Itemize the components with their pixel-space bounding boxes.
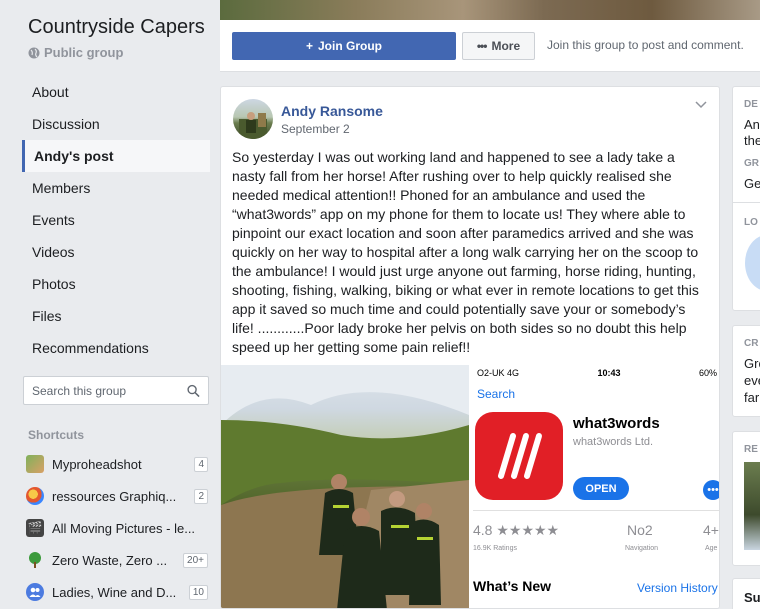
more-button[interactable]: ••• More [462, 32, 535, 60]
description-line-2: the [744, 133, 760, 148]
group-photo-icon [26, 455, 44, 473]
group-people-icon [26, 583, 44, 601]
join-group-label: Join Group [318, 39, 382, 53]
cover-photo[interactable] [220, 0, 760, 20]
post-photo-paramedics[interactable] [221, 365, 469, 608]
description-line-1: An [744, 117, 760, 132]
nav-members[interactable]: Members [22, 172, 210, 204]
tree-icon [26, 551, 44, 569]
battery-text: 60% [698, 368, 717, 378]
back-link: Search [477, 387, 516, 401]
shortcut-count: 2 [194, 488, 208, 504]
nav-recommendations[interactable]: Recommendations [22, 332, 210, 364]
join-hint: Join this group to post and comment. [547, 38, 744, 52]
shortcut-label: All Moving Pictures - le... [52, 520, 196, 536]
whats-new-heading: What’s New [473, 578, 552, 594]
shortcuts-list: Myproheadshot 4 ressources Graphiq... 2 … [26, 448, 208, 608]
more-label: More [491, 39, 521, 53]
app-name: what3words [573, 415, 660, 432]
group-nav: About Discussion Andy's post Members Eve… [22, 76, 210, 364]
nav-files[interactable]: Files [22, 300, 210, 332]
location-heading: LO [744, 217, 758, 228]
created-line-1: Gro [744, 356, 760, 371]
shortcut-count: 4 [194, 456, 208, 472]
author-avatar[interactable] [233, 99, 273, 139]
age-rating: 4+ [703, 522, 719, 538]
location-map[interactable] [745, 235, 760, 291]
palette-icon [26, 487, 44, 505]
search-icon[interactable] [187, 384, 200, 398]
app-developer: what3words Ltd. [573, 436, 654, 448]
carrier-text: O2-UK 4G [477, 368, 520, 378]
shortcut-count: 20+ [183, 552, 208, 568]
description-heading: DE [744, 99, 758, 110]
group-action-bar: + Join Group ••• More Join this group to… [220, 20, 760, 72]
created-line-2: eve [744, 373, 760, 388]
right-card-description: DE An the GR Ge LO [732, 86, 760, 311]
ios-status-bar: O2-UK 4G 10:43 60% [473, 365, 719, 381]
privacy-text: Public group [44, 45, 124, 60]
post-photo-app-screenshot[interactable]: O2-UK 4G 10:43 60% Search what3words wha… [471, 365, 719, 608]
version-history-link: Version History [637, 581, 718, 595]
nav-photos[interactable]: Photos [22, 268, 210, 300]
shortcut-item[interactable]: Zero Waste, Zero ... 20+ [26, 544, 208, 576]
shortcut-item[interactable]: Ladies, Wine and D... 10 [26, 576, 208, 608]
post-text: So yesterday I was out working land and … [232, 149, 699, 355]
shortcut-label: ressources Graphiq... [52, 488, 177, 504]
ratings-count: 16.9K Ratings [473, 545, 517, 552]
ellipsis-icon: ••• [703, 480, 719, 500]
recent-heading: RE [744, 444, 758, 455]
nav-about[interactable]: About [22, 76, 210, 108]
what3words-logo-icon [475, 412, 563, 500]
shortcut-item[interactable]: ressources Graphiq... 2 [26, 480, 208, 512]
app-rating: 4.8 ★★★★★ [473, 522, 560, 538]
clock-text: 10:43 [597, 368, 621, 378]
open-app-button: OPEN [573, 477, 629, 500]
chevron-down-icon[interactable] [693, 97, 709, 113]
group-search [23, 376, 209, 405]
shortcut-label: Myproheadshot [52, 456, 142, 472]
author-name[interactable]: Andy Ransome [281, 103, 383, 119]
nav-videos[interactable]: Videos [22, 236, 210, 268]
divider [473, 510, 719, 511]
created-heading: CR [744, 338, 759, 349]
age-label: Age [705, 545, 718, 552]
search-input[interactable] [32, 383, 187, 398]
right-card-recent: RE [732, 431, 760, 566]
plus-icon: + [305, 39, 313, 53]
right-card-created: CR Gro eve far [732, 325, 760, 417]
clapperboard-icon: 🎬 [26, 519, 44, 537]
recent-photo[interactable] [744, 462, 760, 550]
app-rank: No2 [627, 522, 653, 538]
group-type-heading: GR [744, 158, 759, 169]
ellipsis-icon: ••• [476, 39, 488, 53]
right-card-bottom: Su [732, 578, 760, 609]
left-sidebar: Countryside Capers Public group About Di… [0, 0, 220, 609]
group-name[interactable]: Countryside Capers [28, 16, 205, 39]
shortcut-label: Ladies, Wine and D... [52, 584, 177, 600]
shortcut-item[interactable]: Myproheadshot 4 [26, 448, 208, 480]
divider [733, 202, 760, 203]
nav-events[interactable]: Events [22, 204, 210, 236]
group-type-text: Ge [744, 176, 760, 191]
globe-icon [28, 47, 40, 58]
privacy-label: Public group [28, 45, 123, 60]
shortcuts-title: Shortcuts [28, 428, 85, 442]
post-card: Andy Ransome September 2 So yesterday I … [220, 86, 720, 609]
nav-discussion[interactable]: Discussion [22, 108, 210, 140]
join-group-button[interactable]: + Join Group [232, 32, 456, 60]
created-line-3: far [744, 390, 760, 405]
bottom-card-heading: Su [744, 590, 760, 605]
nav-andys-post[interactable]: Andy's post [22, 140, 210, 172]
rank-category: Navigation [625, 545, 659, 552]
post-date[interactable]: September 2 [281, 122, 350, 136]
shortcut-count: 10 [188, 584, 208, 600]
shortcut-label: Zero Waste, Zero ... [52, 552, 168, 568]
shortcut-item[interactable]: 🎬 All Moving Pictures - le... [26, 512, 208, 544]
